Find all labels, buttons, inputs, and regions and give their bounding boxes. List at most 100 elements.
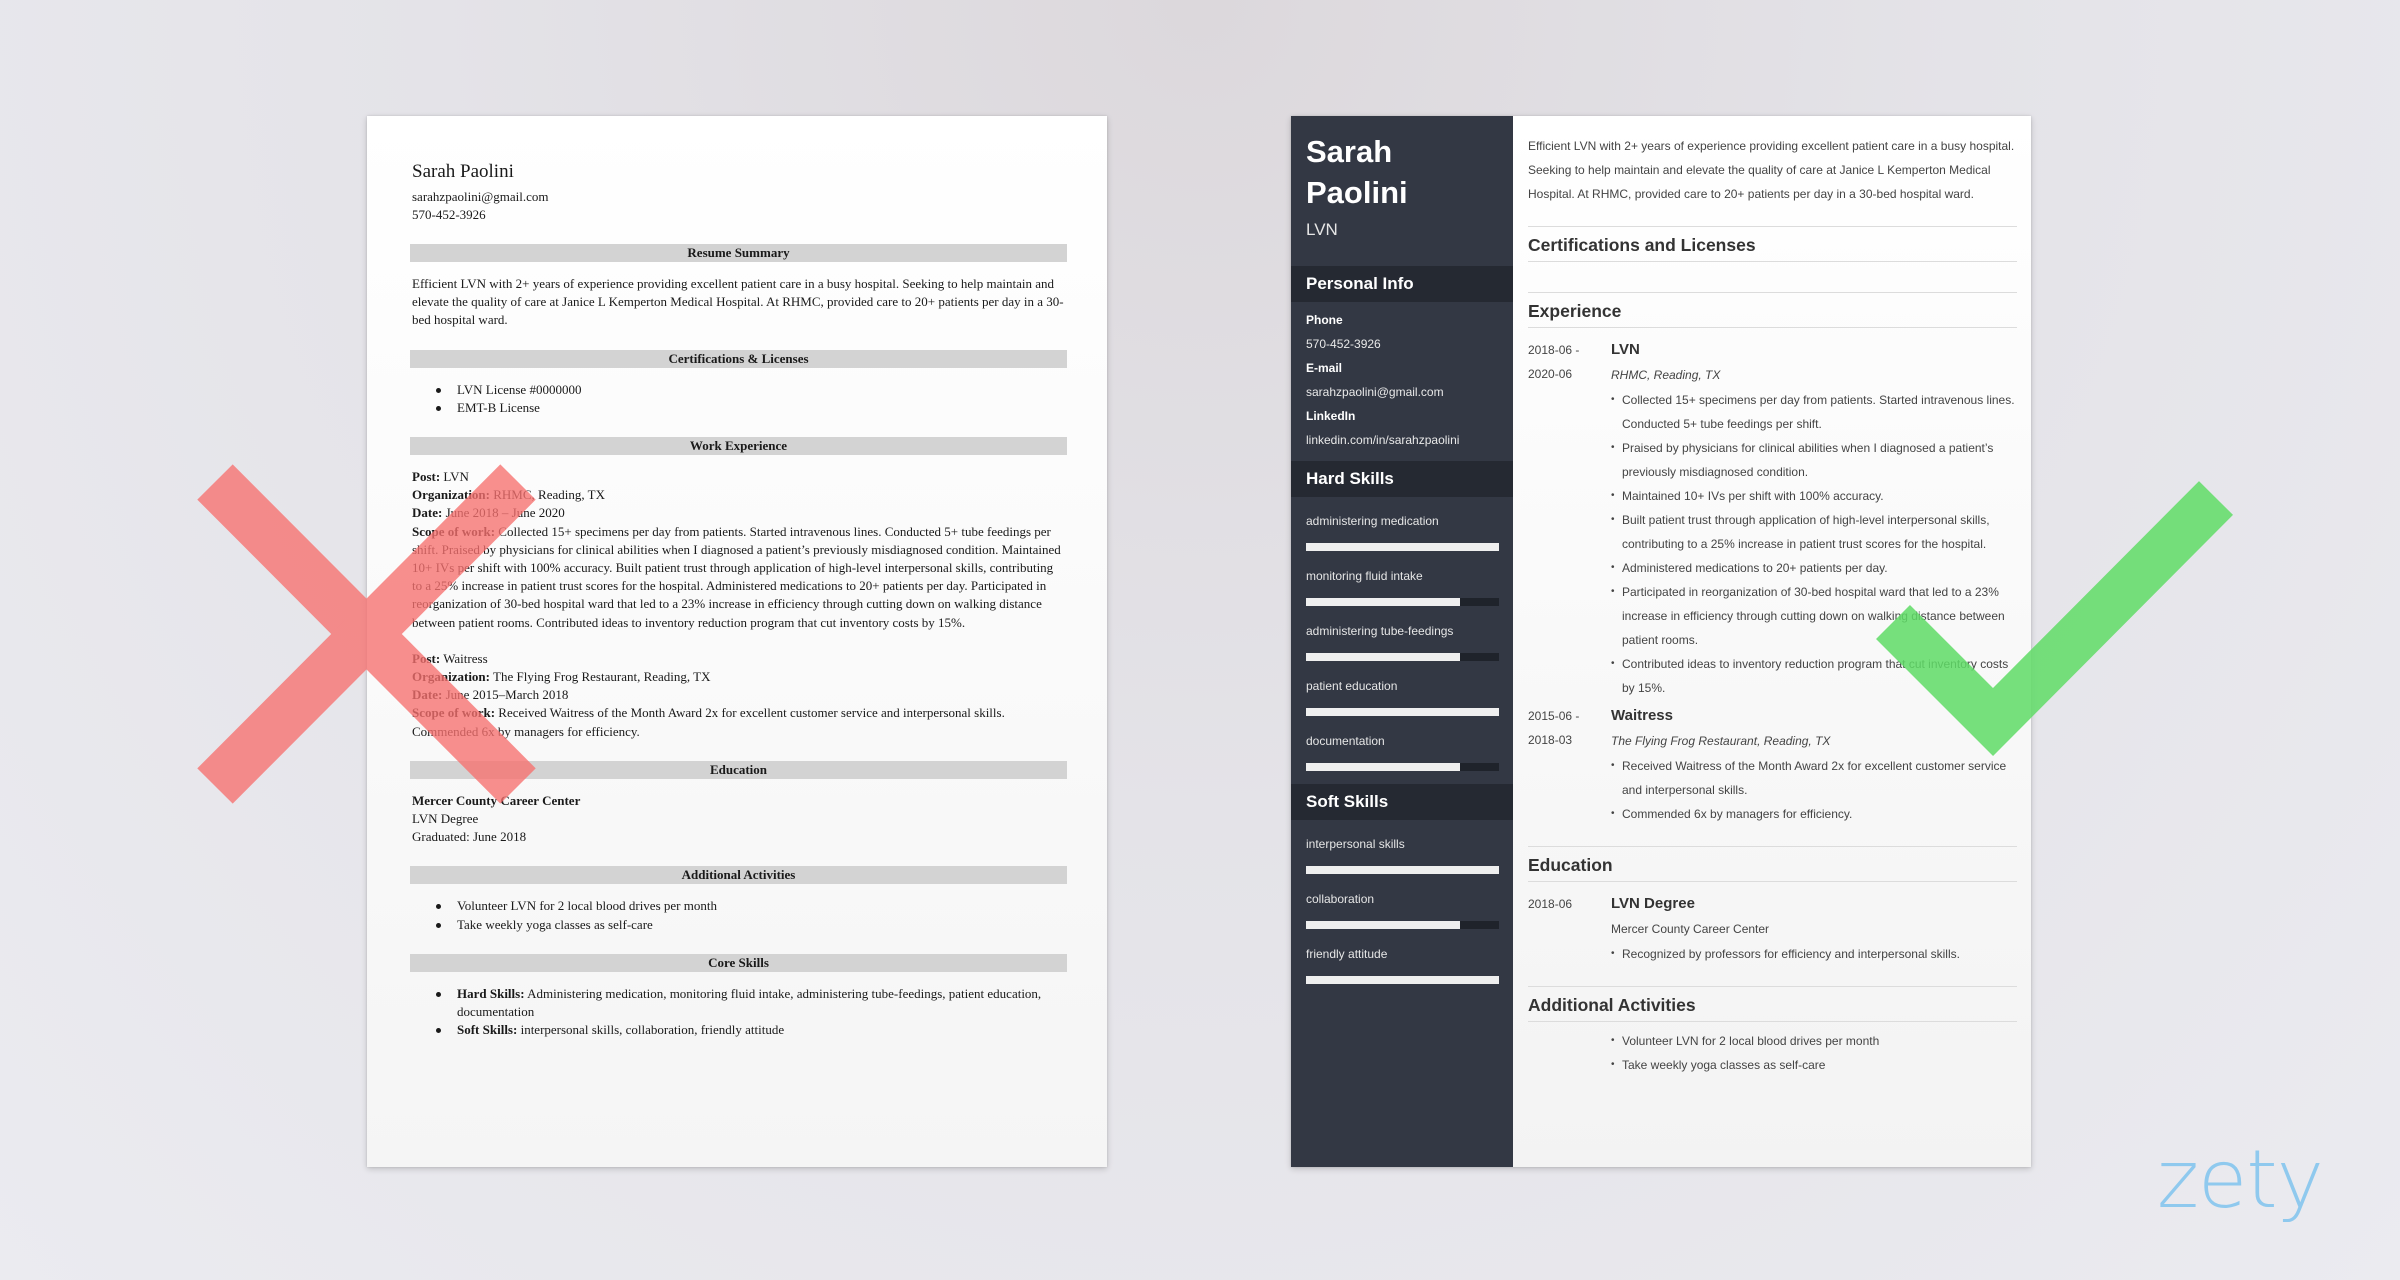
job-date: June 2015–March 2018 (445, 687, 569, 703)
bad-resume-page: Sarah Paolini sarahzpaolini@gmail.com 57… (367, 116, 1107, 1167)
skill-item: friendly attitude (1306, 946, 1499, 984)
scope-label: Scope of work: (412, 705, 496, 721)
list-item: Collected 15+ specimens per day from pat… (1611, 388, 2017, 436)
date-start: 2015-06 - (1528, 709, 1580, 723)
skill-item: administering tube-feedings (1306, 623, 1499, 661)
skill-item: patient education (1306, 678, 1499, 716)
skill-name: documentation (1306, 734, 1385, 748)
list-item: Maintained 10+ IVs per shift with 100% a… (1611, 484, 2017, 508)
skill-level-bar (1306, 866, 1499, 874)
skill-level-bar (1306, 543, 1499, 551)
job-date: June 2018 – June 2020 (445, 505, 565, 521)
skill-level-bar (1306, 653, 1499, 661)
date-end: 2018-03 (1528, 733, 1573, 747)
bad-resume-phone: 570-452-3926 (412, 207, 486, 222)
bad-resume-name: Sarah Paolini (412, 161, 514, 182)
bad-education-graduated: Graduated: June 2018 (412, 829, 527, 845)
bad-job-entry: Post: LVN Organization: RHMC, Reading, T… (412, 468, 1065, 632)
certs-empty (1528, 262, 2017, 292)
entry-title: Waitress (1611, 707, 1673, 724)
entry-title: LVN (1611, 341, 1640, 358)
skill-name: monitoring fluid intake (1306, 569, 1423, 583)
skill-item: collaboration (1306, 891, 1499, 929)
activities-heading: Additional Activities (1528, 986, 2017, 1022)
skills-label: Hard Skills: (457, 985, 525, 1001)
bad-activities-heading: Additional Activities (410, 866, 1067, 885)
email-label: E-mail (1306, 361, 1343, 375)
job-organization: The Flying Frog Restaurant, Reading, TX (493, 669, 711, 685)
soft-skills-heading: Soft Skills (1291, 784, 1513, 820)
list-item: Contributed ideas to inventory reduction… (1611, 652, 2017, 700)
soft-skills-section: interpersonal skills collaboration frien… (1291, 820, 1513, 997)
skills-text: interpersonal skills, collaboration, fri… (517, 1022, 785, 1038)
date-start: 2018-06 - (1528, 343, 1580, 357)
linkedin-label: LinkedIn (1306, 409, 1356, 423)
list-item: Commended 6x by managers for efficiency. (1611, 802, 2017, 826)
experience-heading: Experience (1528, 292, 2017, 328)
list-item: Hard Skills: Administering medication, m… (436, 985, 1065, 1021)
job-title: LVN (1306, 220, 1338, 239)
bad-certs-heading: Certifications & Licenses (410, 349, 1067, 368)
bad-work-heading: Work Experience (410, 437, 1067, 456)
list-item: Soft Skills: interpersonal skills, colla… (436, 1021, 1065, 1039)
list-item: Participated in reorganization of 30-bed… (1611, 580, 2017, 652)
resume-sidebar: Sarah Paolini LVN Personal Info Phone 57… (1291, 116, 1513, 1167)
skill-name: interpersonal skills (1306, 837, 1405, 851)
bad-certs-list: LVN License #0000000 EMT-B License (412, 381, 1065, 417)
entry-title: LVN Degree (1611, 895, 1695, 912)
organization-label: Organization: (412, 487, 490, 503)
skill-item: administering medication (1306, 513, 1499, 551)
list-item: Take weekly yoga classes as self-care (436, 916, 1065, 934)
date-label: Date: (412, 687, 443, 703)
list-item: Administered medications to 20+ patients… (1611, 556, 2017, 580)
job-organization: RHMC, Reading, TX (493, 487, 605, 503)
skill-name: collaboration (1306, 892, 1375, 906)
entry-date: 2018-06 (1528, 897, 1573, 911)
skill-level-fill (1306, 763, 1461, 771)
skill-item: documentation (1306, 733, 1499, 771)
entry-bullets: Recognized by professors for efficiency … (1611, 942, 2017, 966)
entry-date: 2015-06 - 2018-03 (1528, 704, 1611, 826)
entry-body: Waitress The Flying Frog Restaurant, Rea… (1611, 704, 2017, 826)
skill-item: monitoring fluid intake (1306, 568, 1499, 606)
phone-value: 570-452-3926 (1306, 337, 1381, 351)
organization-label: Organization: (412, 669, 490, 685)
list-item: Take weekly yoga classes as self-care (1611, 1053, 2017, 1077)
skill-level-fill (1306, 708, 1499, 716)
bad-work-list: Post: LVN Organization: RHMC, Reading, T… (412, 468, 1065, 741)
personal-info-heading: Personal Info (1291, 266, 1513, 302)
activities-list: Volunteer LVN for 2 local blood drives p… (1611, 1029, 2017, 1077)
bad-summary-heading: Resume Summary (410, 244, 1067, 262)
bad-education-degree: LVN Degree (412, 811, 479, 827)
list-item: Received Waitress of the Month Award 2x … (1611, 754, 2017, 802)
skill-item: interpersonal skills (1306, 836, 1499, 874)
skill-level-fill (1306, 921, 1461, 929)
scope-label: Scope of work: (412, 523, 496, 539)
personal-info-section: Phone 570-452-3926 E-mail sarahzpaolini@… (1291, 302, 1513, 461)
skill-level-fill (1306, 866, 1499, 874)
education-entry: 2018-06 LVN Degree Mercer County Career … (1528, 892, 2017, 966)
date-label: Date: (412, 505, 443, 521)
bad-resume-email: sarahzpaolini@gmail.com (412, 189, 549, 204)
hard-skills-heading: Hard Skills (1291, 461, 1513, 497)
post-label: Post: (412, 650, 441, 666)
post-label: Post: (412, 469, 441, 485)
entry-body: LVN Degree Mercer County Career Center R… (1611, 892, 2017, 966)
list-item: Praised by physicians for clinical abili… (1611, 436, 2017, 484)
experience-entry: 2015-06 - 2018-03 Waitress The Flying Fr… (1528, 704, 2017, 826)
bad-education-heading: Education (410, 760, 1067, 779)
email-value: sarahzpaolini@gmail.com (1306, 385, 1444, 399)
hard-skills-section: administering medication monitoring flui… (1291, 497, 1513, 784)
job-scope: Received Waitress of the Month Award 2x … (412, 705, 1005, 739)
zety-logo: zety (2157, 1133, 2324, 1226)
entry-date: 2018-06 - 2020-06 (1528, 338, 1611, 700)
bad-activities-list: Volunteer LVN for 2 local blood drives p… (412, 897, 1065, 933)
skills-label: Soft Skills: (457, 1022, 518, 1038)
list-item: Volunteer LVN for 2 local blood drives p… (436, 897, 1065, 915)
overlay-marks (197, 464, 2234, 804)
skill-name: administering medication (1306, 514, 1439, 528)
first-name: Sarah (1306, 134, 1393, 169)
list-item: EMT-B License (436, 399, 1065, 417)
certs-heading: Certifications and Licenses (1528, 226, 2017, 262)
